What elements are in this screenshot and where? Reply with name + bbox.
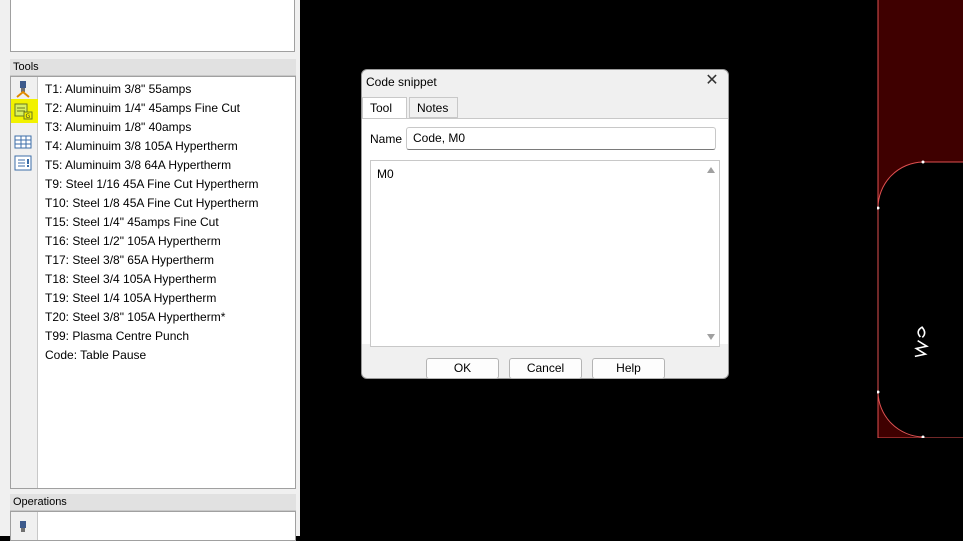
tool-item[interactable]: T2: Aluminuim 1/4" 45amps Fine Cut: [45, 99, 258, 118]
tool-item[interactable]: T5: Aluminuim 3/8 64A Hypertherm: [45, 156, 258, 175]
top-list-box[interactable]: [10, 0, 295, 52]
tool-tab-panel: Name Code, M0 M0: [362, 118, 728, 347]
gcode-icon[interactable]: G: [13, 102, 33, 120]
ok-button[interactable]: OK: [426, 358, 499, 379]
tool-item[interactable]: T99: Plasma Centre Punch: [45, 327, 258, 346]
torch-icon[interactable]: [13, 520, 33, 538]
tool-item[interactable]: T19: Steel 1/4 105A Hypertherm: [45, 289, 258, 308]
tool-item[interactable]: T18: Steel 3/4 105A Hypertherm: [45, 270, 258, 289]
tools-header: Tools: [10, 59, 296, 76]
code-snippet-dialog: Code snippet ✕ Tool Notes Name Code, M0 …: [361, 69, 729, 379]
operations-list-panel: [10, 511, 296, 541]
code-text: M0: [377, 167, 394, 181]
tools-list-panel: G T1: Aluminuim 3/8" 55amps T2: Aluminui…: [10, 76, 296, 489]
code-scrollbar[interactable]: [703, 161, 719, 346]
name-input[interactable]: Code, M0: [406, 127, 716, 150]
tool-item[interactable]: T15: Steel 1/4" 45amps Fine Cut: [45, 213, 258, 232]
tool-item[interactable]: T3: Aluminuim 1/8" 40amps: [45, 118, 258, 137]
torch-icon[interactable]: [13, 80, 33, 98]
tab-tool[interactable]: Tool: [362, 97, 407, 119]
tab-notes[interactable]: Notes: [409, 97, 458, 118]
tool-list: T1: Aluminuim 3/8" 55amps T2: Aluminuim …: [45, 80, 258, 365]
scroll-up-icon[interactable]: [707, 167, 715, 173]
tool-item[interactable]: T9: Steel 1/16 45A Fine Cut Hypertherm: [45, 175, 258, 194]
tool-item[interactable]: T1: Aluminuim 3/8" 55amps: [45, 80, 258, 99]
name-label: Name: [370, 132, 403, 146]
scroll-down-icon[interactable]: [707, 334, 715, 340]
tool-item[interactable]: T16: Steel 1/2" 105A Hypertherm: [45, 232, 258, 251]
cancel-button[interactable]: Cancel: [509, 358, 582, 379]
engraved-logo: [914, 326, 929, 358]
left-panel: Tools G T1: Aluminuim 3/8" 55amps T2: Al…: [0, 0, 300, 541]
tool-item[interactable]: T17: Steel 3/8" 65A Hypertherm: [45, 251, 258, 270]
help-button[interactable]: Help: [592, 358, 665, 379]
operations-header: Operations: [10, 494, 296, 511]
close-icon[interactable]: ✕: [704, 73, 720, 89]
svg-text:G: G: [26, 113, 31, 120]
tool-item[interactable]: T10: Steel 1/8 45A Fine Cut Hypertherm: [45, 194, 258, 213]
tool-item[interactable]: Code: Table Pause: [45, 346, 258, 365]
tools-icon-strip: G: [11, 77, 38, 488]
table-icon[interactable]: [13, 133, 33, 151]
code-textarea[interactable]: M0: [370, 160, 720, 347]
part-shape[interactable]: [877, 0, 963, 438]
tool-item[interactable]: T20: Steel 3/8" 105A Hypertherm*: [45, 308, 258, 327]
list-icon[interactable]: [13, 154, 33, 172]
dialog-title: Code snippet: [366, 75, 437, 89]
tool-item[interactable]: T4: Aluminuim 3/8 105A Hypertherm: [45, 137, 258, 156]
